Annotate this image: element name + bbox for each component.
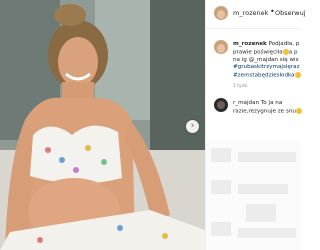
comment: r_majdan To ja na razie,rezygnuje ze snu <box>233 100 303 116</box>
emoji-face-icon <box>295 107 302 114</box>
pixelated-comments-area <box>206 140 301 250</box>
comment-username[interactable]: r_majdan <box>233 100 259 106</box>
header-username[interactable]: m_rozenek <box>233 9 268 17</box>
comment-line-1: To ja na <box>260 100 283 106</box>
avatar[interactable] <box>214 6 228 20</box>
chevron-right-icon: › <box>190 121 195 131</box>
post-header: m_rozenek • Obserwuj <box>206 0 306 29</box>
post-caption: m_rozenek Podjadła, p prawie poświęciła a… <box>233 41 303 80</box>
instagram-post: › m_rozenek • Obserwuj m_rozenek Podjadł… <box>0 0 306 250</box>
caption-username[interactable]: m_rozenek <box>233 41 267 47</box>
caption-line-3: na ig @_majdan się wis <box>233 56 299 63</box>
hashtag-link[interactable]: #grubaskitrzymajsięraz <box>233 64 300 70</box>
emoji-face-icon <box>294 71 301 78</box>
caption-line-2: prawie poświęciła <box>233 49 283 56</box>
comment-line-2: razie,rezygnuje ze snu <box>233 108 296 115</box>
caption-line-2-suffix: a p <box>288 49 298 56</box>
post-photo[interactable]: › <box>0 0 205 250</box>
next-photo-button[interactable]: › <box>186 120 199 133</box>
hashtag-link[interactable]: #zemstabędziesłodka <box>233 72 295 78</box>
header-separator: • <box>270 7 275 16</box>
post-side-panel: m_rozenek • Obserwuj m_rozenek Podjadła,… <box>205 0 306 250</box>
comment-avatar[interactable] <box>214 98 228 112</box>
follow-button[interactable]: Obserwuj <box>275 9 306 17</box>
caption-line-1: Podjadła, p <box>268 41 300 47</box>
caption-avatar[interactable] <box>214 40 228 54</box>
photo-illustration <box>0 0 205 250</box>
post-timestamp: 1 tydz. <box>233 84 249 89</box>
